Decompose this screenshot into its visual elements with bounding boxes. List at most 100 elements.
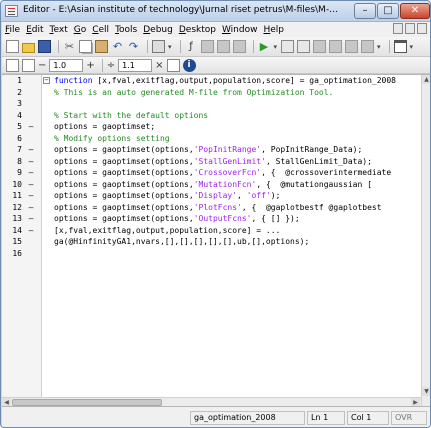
code-token: , { @gaplotbestf @gaplotbest (241, 202, 382, 212)
code-token: , (237, 191, 247, 200)
code-token: options = gaoptimset(options, (54, 202, 194, 212)
code-comment: % Modify options setting (54, 133, 170, 143)
vertical-scrollbar[interactable]: ▲ ▼ (421, 75, 430, 407)
menu-cell[interactable]: Cell (92, 25, 109, 35)
close-button[interactable]: ✕ (400, 3, 430, 19)
code-line[interactable]: 14– [x,fval,exitflag,output,population,sc… (2, 226, 420, 236)
decrement-label[interactable]: − (38, 60, 46, 71)
eval-advance-icon[interactable] (166, 58, 180, 72)
save-icon[interactable] (38, 40, 51, 53)
increment-label[interactable]: + (86, 60, 94, 71)
print-icon[interactable] (152, 40, 165, 53)
new-file-icon[interactable] (6, 40, 19, 53)
code-token: options = gaoptimset; (54, 122, 156, 131)
breakpoint-marker[interactable]: – (27, 157, 35, 167)
code-line[interactable]: 3 (2, 99, 420, 109)
code-line[interactable]: 16 (2, 249, 420, 259)
step-out-icon[interactable] (345, 40, 359, 53)
back-icon[interactable] (200, 40, 214, 53)
menu-desktop[interactable]: Desktop (179, 25, 216, 35)
clear-breakpoints-icon[interactable] (297, 40, 311, 53)
editor-window: Editor - E:\Asian institute of technolog… (0, 0, 431, 428)
run-icon[interactable]: ▶ (258, 40, 271, 53)
code-line[interactable]: 1 − function [x,fval,exitflag,output,popul… (2, 76, 420, 86)
find-function-icon[interactable]: ƒ (185, 40, 198, 53)
menu-edit[interactable]: Edit (26, 25, 43, 35)
breakpoint-marker[interactable]: – (27, 145, 35, 155)
paste-icon[interactable] (95, 40, 108, 53)
code-line[interactable]: 9– options = gaoptimset(options,'Crossove… (2, 168, 420, 178)
menu-debug[interactable]: Debug (143, 25, 173, 35)
code-text: % Modify options setting (54, 134, 170, 144)
close-doc-icon[interactable] (417, 23, 427, 34)
fold-toggle-icon[interactable]: − (43, 77, 50, 84)
cell-mode-icon[interactable] (6, 58, 19, 72)
open-file-icon[interactable] (22, 42, 35, 53)
step-icon[interactable] (313, 40, 327, 53)
copy-icon[interactable] (79, 40, 92, 53)
menu-text[interactable]: Text (50, 25, 68, 35)
code-line[interactable]: 2 % This is an auto generated M-file from… (2, 88, 420, 98)
status-overwrite-mode: OVR (391, 411, 427, 425)
code-line[interactable]: 11– options = gaoptimset(options,'Display… (2, 191, 420, 201)
multiply-label[interactable]: × (155, 60, 163, 71)
scale-value-field[interactable]: 1.1 (118, 58, 153, 72)
line-number: 14 (12, 225, 22, 235)
line-number: 2 (17, 87, 22, 97)
code-line[interactable]: 15 ga(@HinfinityGA1,nvars,[],[],[],[],[],… (2, 237, 420, 247)
breakpoint-marker[interactable]: – (27, 180, 35, 190)
maximize-button[interactable]: □ (377, 3, 399, 19)
code-line[interactable]: 10– options = gaoptimset(options,'Mutatio… (2, 180, 420, 190)
code-text: options = gaoptimset(options,'PlotFcns',… (54, 203, 382, 213)
go-to-icon[interactable] (232, 40, 246, 53)
step-in-icon[interactable] (329, 40, 343, 53)
scroll-down-icon[interactable]: ▼ (422, 387, 430, 396)
code-line[interactable]: 5– options = gaoptimset; (2, 122, 420, 132)
restore-doc-icon[interactable] (393, 23, 403, 34)
code-keyword: function (54, 76, 93, 85)
menu-window[interactable]: Window (222, 25, 258, 35)
breakpoint-marker[interactable]: – (27, 214, 35, 224)
code-line[interactable]: 7– options = gaoptimset(options,'PopInitR… (2, 145, 420, 155)
breakpoint-marker[interactable]: – (27, 168, 35, 178)
forward-icon[interactable] (216, 40, 230, 53)
stack-icon[interactable] (361, 40, 375, 53)
stack-dropdown-icon[interactable]: ▾ (377, 43, 381, 51)
undo-icon[interactable]: ↶ (111, 40, 124, 53)
cut-icon[interactable]: ✂ (63, 40, 76, 53)
menu-file[interactable]: File (5, 25, 20, 35)
code-line[interactable]: 4 % Start with the default options (2, 111, 420, 121)
run-dropdown-icon[interactable]: ▾ (274, 43, 278, 51)
minimize-button[interactable]: – (354, 3, 376, 19)
undock-icon[interactable] (405, 23, 415, 34)
menu-help[interactable]: Help (263, 25, 284, 35)
breakpoint-marker[interactable]: – (27, 122, 35, 132)
eval-cell-icon[interactable] (22, 58, 35, 72)
title-bar[interactable]: Editor - E:\Asian institute of technolog… (1, 1, 430, 22)
breakpoint-icon[interactable] (281, 40, 295, 53)
line-number: 3 (17, 99, 22, 108)
window-layout-icon[interactable] (393, 40, 407, 53)
code-line[interactable]: 8– options = gaoptimset(options,'StallGen… (2, 157, 420, 167)
breakpoint-marker[interactable]: – (27, 191, 35, 201)
scroll-up-icon[interactable]: ▲ (422, 75, 430, 84)
editor-app-icon (5, 5, 18, 17)
step-value-field[interactable]: 1.0 (49, 58, 84, 72)
layout-dropdown-icon[interactable]: ▾ (410, 43, 414, 51)
code-line[interactable]: 13– options = gaoptimset(options,'OutputF… (2, 214, 420, 224)
line-number: 11 (12, 191, 22, 200)
horizontal-scroll-thumb[interactable] (12, 399, 162, 406)
code-line[interactable]: 6 % Modify options setting (2, 134, 420, 144)
code-editor[interactable]: 1 − function [x,fval,exitflag,output,popul… (2, 74, 430, 407)
info-icon[interactable]: i (182, 58, 196, 72)
divide-label[interactable]: ÷ (107, 60, 115, 71)
menu-tools[interactable]: Tools (115, 25, 137, 35)
breakpoint-marker[interactable]: – (27, 203, 35, 213)
code-text: options = gaoptimset; (54, 122, 155, 132)
redo-icon[interactable]: ↷ (127, 40, 140, 53)
breakpoint-marker[interactable]: – (27, 226, 35, 236)
code-string: 'PlotFcns' (193, 202, 242, 212)
menu-go[interactable]: Go (74, 25, 87, 35)
print-dropdown-icon[interactable]: ▾ (168, 43, 172, 51)
code-line[interactable]: 12– options = gaoptimset(options,'PlotFcn… (2, 203, 420, 213)
